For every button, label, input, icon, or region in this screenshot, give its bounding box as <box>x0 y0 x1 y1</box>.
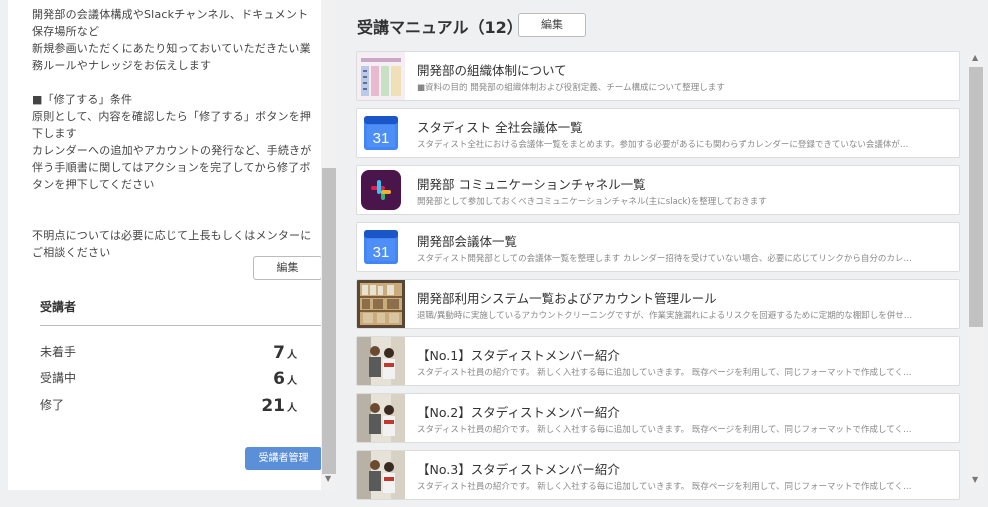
svg-text:31: 31 <box>373 244 390 261</box>
description-paragraph-2: ■「修了する」条件 原則として、内容を確認したら「修了する」ボタンを押下します … <box>32 93 312 191</box>
manual-card[interactable]: 開発部の組織体制について ■資料の目的 開発部の組織体制および役割定義、チーム構… <box>356 51 960 101</box>
calendar-icon: 31 <box>357 223 405 271</box>
stat-completed-label: 修了 <box>40 398 65 412</box>
manuals-heading: 受講マニュアル（12） <box>357 18 523 37</box>
manual-description: ■資料の目的 開発部の組織体制および役割定義、チーム構成について整理します <box>417 83 725 93</box>
manual-card[interactable]: 【No.1】スタディストメンバー紹介 スタディスト社員の紹介です。 新しく入社す… <box>356 336 960 386</box>
manual-card[interactable]: 【No.2】スタディストメンバー紹介 スタディスト社員の紹介です。 新しく入社す… <box>356 393 960 443</box>
right-scrollbar[interactable]: ▲ ▼ <box>968 51 984 487</box>
stat-in-progress-label: 受講中 <box>40 371 77 385</box>
manual-description: スタディスト社員の紹介です。 新しく入社する毎に追加していきます。 既存ページを… <box>417 368 912 378</box>
shelves-thumb <box>357 280 405 328</box>
description-paragraph-1: 開発部の会議体構成やSlackチャンネル、ドキュメント保存場所など 新規参画いた… <box>32 8 311 72</box>
scroll-down-arrow-icon[interactable]: ▼ <box>325 474 331 483</box>
manual-title[interactable]: 開発部の組織体制について <box>417 60 567 79</box>
description-edit-button[interactable]: 編集 <box>253 256 321 280</box>
manual-title[interactable]: 開発部 コミュニケーションチャネル一覧 <box>417 174 646 193</box>
manual-card[interactable]: 【No.3】スタディストメンバー紹介 スタディスト社員の紹介です。 新しく入社す… <box>356 450 960 500</box>
manual-card[interactable]: 31 開発部会議体一覧 スタディスト開発部としての会議体一覧を整理します カレン… <box>356 222 960 272</box>
manage-attendees-button[interactable]: 受講者管理 <box>245 447 321 470</box>
attendees-heading: 受講者 <box>40 300 77 314</box>
svg-text:31: 31 <box>373 130 390 147</box>
manual-title[interactable]: 【No.1】スタディストメンバー紹介 <box>417 345 620 364</box>
manual-description: スタディスト開発部としての会議体一覧を整理します カレンダー招待を受けていない場… <box>417 254 912 264</box>
manual-description: 開発部として参加しておくべきコミュニケーションチャネル(主にslack)を整理し… <box>417 197 767 207</box>
manual-description: スタディスト全社における会議体一覧をまとめます。参加する必要があるにも関わらずカ… <box>417 140 909 150</box>
manual-title[interactable]: 開発部利用システム一覧およびアカウント管理ルール <box>417 288 717 307</box>
manual-title[interactable]: 【No.2】スタディストメンバー紹介 <box>417 402 620 421</box>
right-scrollbar-thumb[interactable] <box>969 67 983 327</box>
manual-list: 開発部の組織体制について ■資料の目的 開発部の組織体制および役割定義、チーム構… <box>356 51 960 507</box>
course-detail-panel: 開発部の会議体構成やSlackチャンネル、ドキュメント保存場所など 新規参画いた… <box>8 0 321 490</box>
left-scrollbar-thumb[interactable] <box>322 168 336 474</box>
calendar-icon: 31 <box>357 109 405 157</box>
slack-icon <box>357 166 405 214</box>
manual-card[interactable]: 31 スタディスト 全社会議体一覧 スタディスト全社における会議体一覧をまとめま… <box>356 108 960 158</box>
manual-description: スタディスト社員の紹介です。 新しく入社する毎に追加していきます。 既存ページを… <box>417 482 912 492</box>
divider <box>40 325 321 326</box>
manuals-edit-button[interactable]: 編集 <box>518 13 586 37</box>
manual-card[interactable]: 開発部 コミュニケーションチャネル一覧 開発部として参加しておくべきコミュニケー… <box>356 165 960 215</box>
people-photo-thumb <box>357 394 405 442</box>
manual-card[interactable]: 開発部利用システム一覧およびアカウント管理ルール 退職/異動時に実施しているアカ… <box>356 279 960 329</box>
people-photo-thumb <box>357 451 405 499</box>
org-chart-thumb <box>357 52 405 100</box>
stat-not-started-label: 未着手 <box>40 345 77 359</box>
stat-not-started-value: 7人 <box>273 343 297 363</box>
stat-in-progress-value: 6人 <box>273 369 297 389</box>
stat-completed-value: 21 人 <box>261 396 297 416</box>
people-photo-thumb <box>357 337 405 385</box>
manual-description: 退職/異動時に実施しているアカウントクリーニングですが、作業実施漏れによるリスク… <box>417 311 913 321</box>
manual-title[interactable]: 開発部会議体一覧 <box>417 231 517 250</box>
course-description: 開発部の会議体構成やSlackチャンネル、ドキュメント保存場所など 新規参画いた… <box>32 6 314 261</box>
scroll-down-arrow-icon[interactable]: ▼ <box>972 475 978 484</box>
manual-title[interactable]: スタディスト 全社会議体一覧 <box>417 117 583 136</box>
scroll-up-arrow-icon[interactable]: ▲ <box>972 53 978 62</box>
manual-description: スタディスト社員の紹介です。 新しく入社する毎に追加していきます。 既存ページを… <box>417 425 912 435</box>
manual-title[interactable]: 【No.3】スタディストメンバー紹介 <box>417 459 620 478</box>
left-scrollbar[interactable]: ▼ <box>321 0 337 490</box>
